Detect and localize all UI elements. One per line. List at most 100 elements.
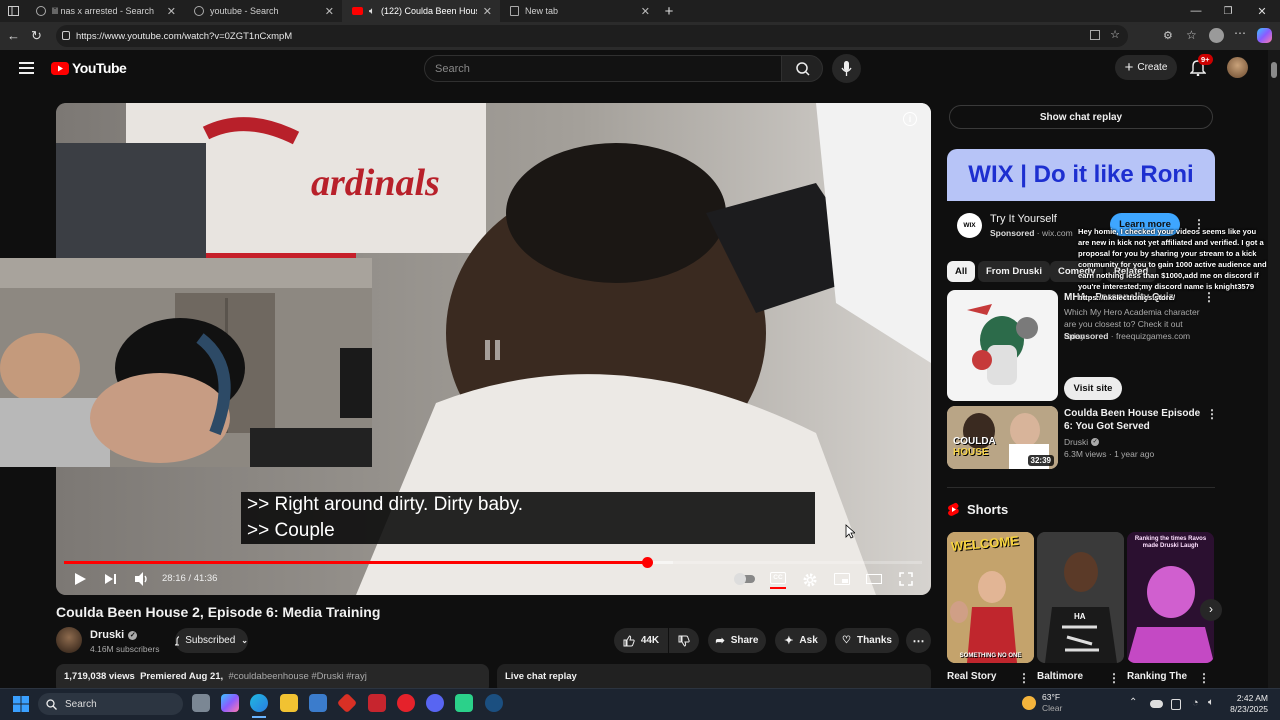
steam-icon[interactable] (485, 694, 503, 712)
weather-widget[interactable]: 63°F Clear (1022, 692, 1062, 714)
opera-icon[interactable] (397, 694, 415, 712)
visit-site-button[interactable]: Visit site (1064, 377, 1122, 400)
speaker-tray-icon[interactable]: 🔈︎ (1208, 697, 1214, 708)
copilot-taskbar-icon[interactable] (221, 694, 239, 712)
avatar[interactable] (1227, 57, 1248, 78)
channel-avatar[interactable] (56, 627, 82, 653)
tab-coulda-been-house[interactable]: 🔈︎ (122) Coulda Been House 2, ✕ (342, 0, 500, 22)
shorts-icon (948, 502, 959, 516)
close-tab-icon[interactable]: ✕ (325, 5, 334, 18)
theater-mode-icon[interactable] (866, 574, 882, 584)
share-button[interactable]: ➦ Share (708, 628, 766, 653)
chip-all[interactable]: All (947, 261, 976, 282)
short-thumbnail-1[interactable]: WELCOME SOMETHING NO ONE (947, 532, 1034, 663)
ad-title[interactable]: Try It Yourself (990, 213, 1057, 225)
wix-ad-banner[interactable]: WIX | Do it like Roni (947, 149, 1215, 201)
more-actions-button[interactable]: ⋯ (906, 628, 931, 653)
video-menu-icon[interactable]: ⋮ (1206, 407, 1218, 421)
youtube-logo[interactable]: YouTube (51, 60, 127, 76)
video-channel[interactable]: Druski ✓ (1064, 436, 1100, 448)
info-icon[interactable]: i (903, 112, 917, 126)
video-title-link[interactable]: Coulda Been House Episode 6: You Got Ser… (1064, 407, 1204, 433)
channel-name[interactable]: Druski ✓ (90, 629, 138, 641)
speaker-icon[interactable]: 🔈︎ (369, 6, 375, 17)
video-thumbnail[interactable]: COULDA HOUSE 32:39 (947, 406, 1058, 469)
extensions-icon[interactable]: ⚙︎ (1163, 29, 1173, 42)
progress-bar[interactable] (64, 557, 922, 568)
miniplayer-icon[interactable] (834, 573, 850, 585)
scrollbar-thumb[interactable] (1271, 62, 1277, 78)
short-menu-icon[interactable]: ⋮ (1018, 671, 1030, 685)
autoplay-toggle[interactable] (734, 573, 755, 585)
shorts-next-button[interactable]: › (1200, 599, 1222, 621)
favorite-star-icon[interactable]: ☆ (1110, 28, 1120, 41)
discord-icon[interactable] (426, 694, 444, 712)
search-button[interactable] (781, 55, 823, 82)
file-explorer-icon[interactable] (280, 694, 298, 712)
wifi-icon[interactable]: ◔ (1192, 697, 1199, 709)
notifications-button[interactable]: 9+ (1190, 54, 1213, 76)
back-icon[interactable]: ← (7, 28, 20, 43)
subscribed-button[interactable]: Subscribed ⌄ (175, 628, 248, 653)
active-app-indicator (252, 716, 266, 718)
address-bar[interactable]: https://www.youtube.com/watch?v=0ZGT1nCx… (56, 25, 1128, 47)
short-menu-icon[interactable]: ⋮ (1108, 671, 1120, 685)
short-menu-icon[interactable]: ⋮ (1198, 671, 1210, 685)
tab-youtube-search[interactable]: youtube - Search ✕ (184, 0, 342, 22)
quiz-ad-thumbnail[interactable] (947, 290, 1058, 401)
edge-icon[interactable] (250, 694, 268, 712)
taskbar-search[interactable]: Search (38, 693, 183, 715)
clock[interactable]: 2:42 AM 8/23/2025 (1228, 693, 1268, 715)
tray-chevron-icon[interactable]: ⌃ (1129, 697, 1137, 708)
profile-icon[interactable] (1209, 28, 1224, 43)
shield-icon[interactable] (368, 694, 386, 712)
tray-shield-icon[interactable] (1171, 699, 1181, 710)
close-tab-icon[interactable]: ✕ (483, 5, 492, 18)
voice-search-button[interactable] (832, 54, 861, 83)
favorites-icon[interactable]: ☆ (1186, 28, 1197, 42)
reader-icon[interactable] (1090, 30, 1100, 40)
like-button[interactable]: 44K (614, 628, 668, 653)
short-title-1[interactable]: Real Story (947, 670, 996, 683)
store-icon[interactable] (309, 694, 327, 712)
app-green-icon[interactable] (455, 694, 473, 712)
close-tab-icon[interactable]: ✕ (641, 5, 650, 18)
tab-lil-nas-x[interactable]: lil nas x arrested - Search ✕ (26, 0, 184, 22)
play-icon[interactable] (72, 571, 88, 587)
fullscreen-icon[interactable] (898, 571, 914, 587)
more-icon[interactable]: ⋯ (1234, 26, 1246, 40)
show-chat-replay-button[interactable]: Show chat replay (949, 105, 1213, 129)
refresh-icon[interactable]: ↻ (31, 28, 42, 44)
short-thumbnail-2[interactable]: HA (1037, 532, 1124, 663)
short-thumbnail-3[interactable]: Ranking the times Ravos made Druski Laug… (1127, 532, 1214, 663)
chip-from-druski[interactable]: From Druski (978, 261, 1050, 282)
create-button[interactable]: + Create (1115, 55, 1177, 80)
search-input[interactable]: Search (424, 55, 782, 82)
close-tab-icon[interactable]: ✕ (167, 5, 176, 18)
onedrive-icon[interactable] (1150, 700, 1163, 708)
page-scrollbar[interactable] (1268, 50, 1280, 688)
shorts-header: Shorts (947, 502, 1008, 517)
minimize-icon[interactable]: — (1180, 5, 1212, 17)
volume-icon[interactable] (134, 571, 150, 587)
new-tab-button[interactable]: + (658, 3, 680, 20)
window-menu-icon[interactable] (0, 0, 26, 22)
dislike-button[interactable] (669, 628, 699, 653)
copilot-icon[interactable] (1257, 28, 1272, 43)
restore-icon[interactable]: ❐ (1212, 6, 1244, 17)
subscriber-count: 4.16M subscribers (90, 644, 160, 654)
task-view-icon[interactable] (192, 694, 210, 712)
windows-start-icon[interactable] (13, 696, 29, 712)
next-icon[interactable] (103, 571, 119, 587)
ask-button[interactable]: ✦ Ask (775, 628, 827, 653)
subtitles-icon[interactable]: CC (770, 572, 786, 584)
hamburger-menu-icon[interactable] (19, 62, 34, 74)
tab-new-tab[interactable]: New tab ✕ (500, 0, 658, 22)
thanks-button[interactable]: ♡ Thanks (835, 628, 899, 653)
short-title-3[interactable]: Ranking The (1127, 670, 1187, 683)
settings-gear-icon[interactable] (802, 572, 818, 588)
short-title-2[interactable]: Baltimore (1037, 670, 1083, 683)
thumb-text-line2: HOUSE (953, 447, 989, 458)
close-window-icon[interactable]: ✕ (1244, 5, 1280, 18)
hashtags[interactable]: #couldabeenhouse #Druski #rayj (228, 671, 366, 682)
